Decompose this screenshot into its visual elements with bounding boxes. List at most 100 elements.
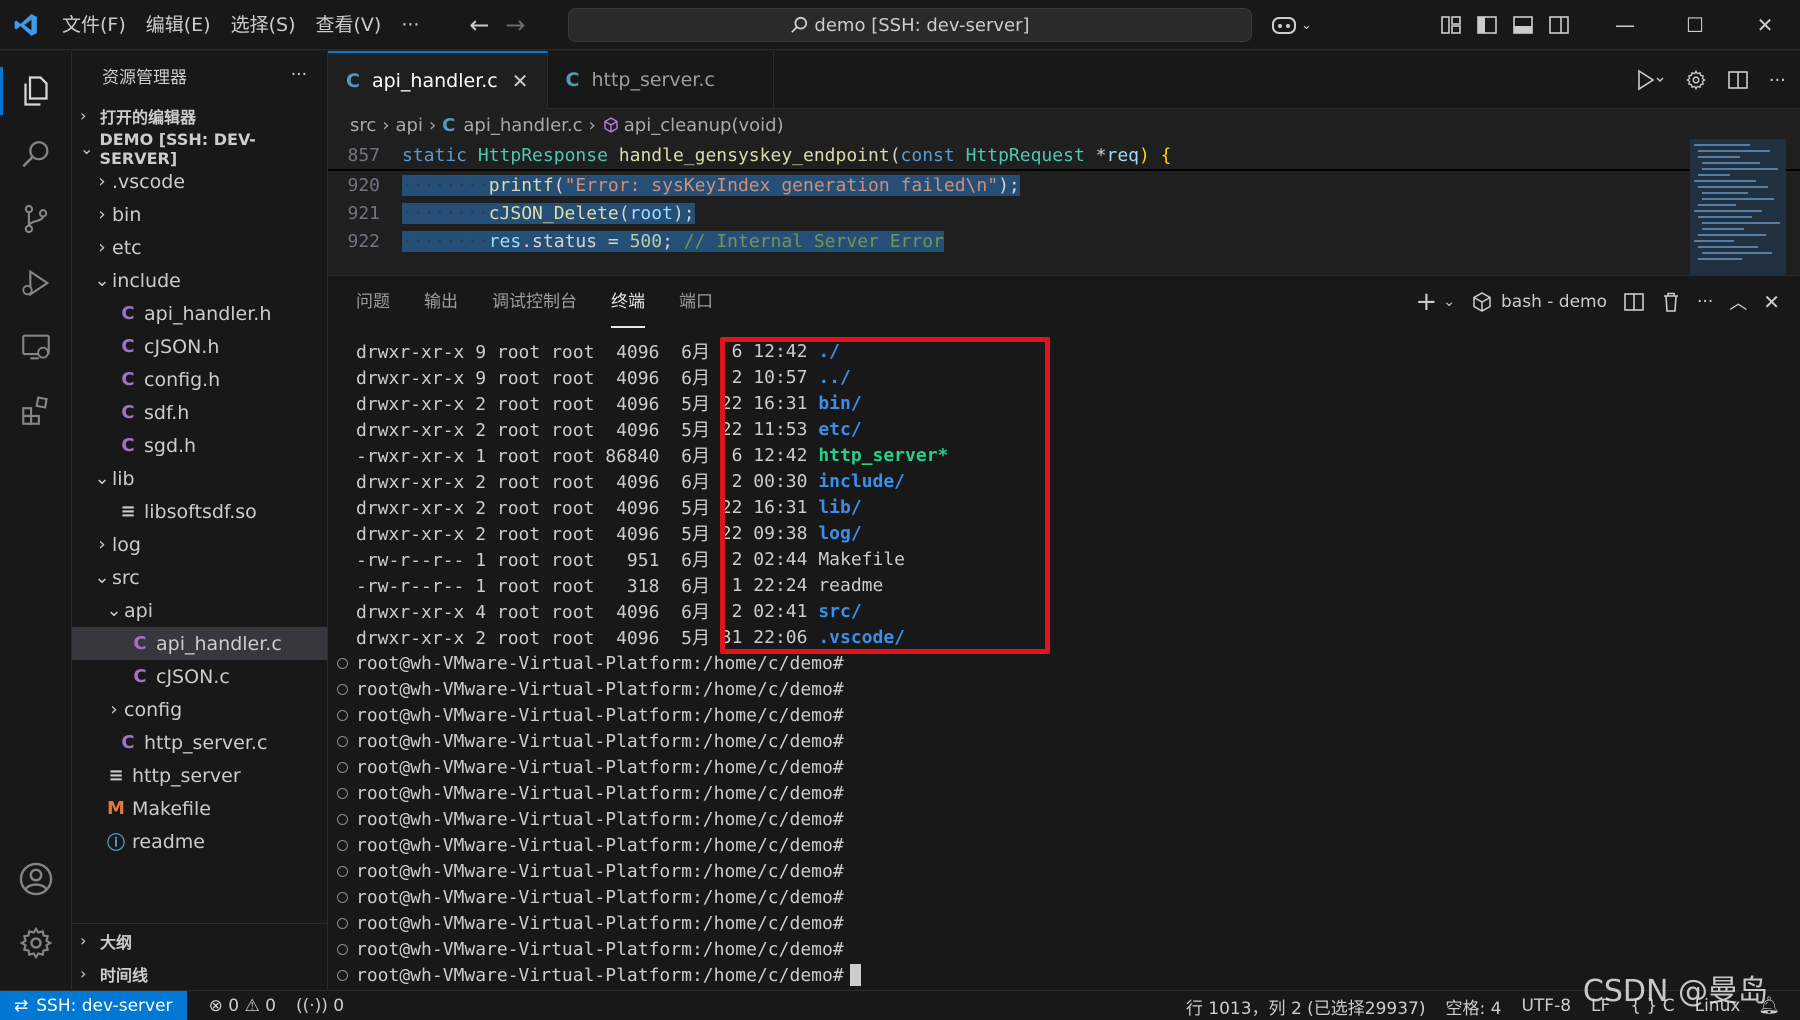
close-panel-icon[interactable]: ✕ (1763, 290, 1780, 314)
outline-section[interactable]: › 大纲 (72, 924, 328, 957)
copilot-menu[interactable]: ⌄ (1270, 0, 1312, 50)
search-icon[interactable] (0, 123, 72, 187)
new-terminal-plus-icon[interactable]: + (1415, 287, 1437, 317)
tree-item[interactable]: ⌄ lib (72, 462, 327, 495)
close-window-button[interactable]: ✕ (1730, 0, 1800, 50)
command-decoration-icon[interactable] (336, 969, 348, 981)
tab-terminal[interactable]: 终端 (611, 276, 645, 328)
tab-output[interactable]: 输出 (424, 276, 458, 328)
menu-selection[interactable]: 选择(S) (221, 0, 306, 50)
tree-item[interactable]: ⌄ src (72, 561, 327, 594)
more-actions-icon[interactable]: ··· (1769, 70, 1786, 91)
minimize-button[interactable]: — (1590, 0, 1660, 50)
tree-item[interactable]: › config (72, 693, 327, 726)
menu-edit[interactable]: 编辑(E) (136, 0, 221, 50)
split-editor-icon[interactable] (1727, 69, 1749, 91)
command-center[interactable]: demo [SSH: dev-server] (568, 8, 1252, 42)
nav-back-icon[interactable]: ← (461, 11, 497, 39)
tree-item[interactable]: Capi_handler.c (72, 627, 327, 660)
command-decoration-icon[interactable] (336, 865, 348, 877)
encoding[interactable]: UTF-8 (1511, 996, 1581, 1016)
tree-item[interactable]: › etc (72, 231, 327, 264)
settings-gear-icon[interactable] (1685, 69, 1707, 91)
breadcrumb-file[interactable]: api_handler.c (463, 115, 582, 136)
command-decoration-icon[interactable] (336, 735, 348, 747)
explorer-icon[interactable] (0, 59, 72, 123)
breadcrumb-api[interactable]: api (395, 115, 422, 136)
tree-item[interactable]: CcJSON.h (72, 330, 327, 363)
tree-item[interactable]: ⌄ include (72, 264, 327, 297)
vscode-logo-icon[interactable] (0, 0, 52, 50)
tree-item[interactable]: Capi_handler.h (72, 297, 327, 330)
accounts-icon[interactable] (0, 847, 72, 911)
command-decoration-icon[interactable] (336, 891, 348, 903)
close-icon[interactable]: ✕ (512, 69, 529, 93)
split-terminal-icon[interactable] (1623, 291, 1645, 313)
run-file-icon[interactable] (1635, 68, 1665, 92)
indentation[interactable]: 空格: 4 (1436, 994, 1512, 1019)
tree-item[interactable]: ≡ libsoftsdf.so (72, 495, 327, 528)
code-line-922[interactable]: 922 ········res.status = 500; // Interna… (328, 227, 1800, 255)
command-decoration-icon[interactable] (336, 761, 348, 773)
tab-api-handler[interactable]: C api_handler.c ✕ (328, 51, 548, 109)
workspace-section[interactable]: ⌄ DEMO [SSH: DEV-SERVER] (72, 130, 327, 168)
code-line-920[interactable]: 920 ········printf("Error: sysKeyIndex g… (328, 171, 1800, 199)
command-decoration-icon[interactable] (336, 917, 348, 929)
ports-status[interactable]: ((·)) 0 (286, 996, 354, 1016)
tree-item[interactable]: Csdf.h (72, 396, 327, 429)
open-editors-section[interactable]: › 打开的编辑器 (72, 99, 327, 132)
code-line-921[interactable]: 921 ········cJSON_Delete(root); (328, 199, 1800, 227)
tree-item[interactable]: › bin (72, 198, 327, 231)
tree-item[interactable]: › .vscode (72, 165, 327, 198)
tree-item[interactable]: ⓘ readme (72, 825, 327, 858)
toggle-secondary-sidebar-icon[interactable] (1548, 14, 1570, 36)
command-decoration-icon[interactable] (336, 813, 348, 825)
toggle-panel-icon[interactable] (1512, 14, 1534, 36)
minimap[interactable] (1690, 139, 1786, 275)
manage-gear-icon[interactable] (0, 911, 72, 975)
tree-item[interactable]: Chttp_server.c (72, 726, 327, 759)
command-decoration-icon[interactable] (336, 657, 348, 669)
tab-ports[interactable]: 端口 (679, 276, 713, 328)
cursor-position[interactable]: 行 1013，列 2 (已选择29937) (1176, 994, 1436, 1019)
run-debug-icon[interactable] (0, 251, 72, 315)
terminal-name[interactable]: bash - demo (1501, 292, 1607, 312)
command-decoration-icon[interactable] (336, 683, 348, 695)
breadcrumb-src[interactable]: src (350, 115, 376, 136)
tree-item[interactable]: ⌄ api (72, 594, 327, 627)
command-decoration-icon[interactable] (336, 787, 348, 799)
remote-indicator[interactable]: ⇄ SSH: dev-server (0, 990, 187, 1020)
tree-item[interactable]: Cconfig.h (72, 363, 327, 396)
breadcrumb-symbol[interactable]: api_cleanup(void) (624, 115, 784, 136)
tree-item[interactable]: ≡ http_server (72, 759, 327, 792)
tree-item[interactable]: M Makefile (72, 792, 327, 825)
timeline-section[interactable]: › 时间线 (72, 957, 328, 990)
terminal-output[interactable]: drwxr-xr-x 9 root root 4096 6月 6 12:42 .… (328, 338, 1800, 988)
tab-http-server[interactable]: C http_server.c (548, 51, 774, 109)
chevron-down-icon[interactable]: ⌄ (1443, 294, 1455, 310)
tab-debug-console[interactable]: 调试控制台 (492, 276, 577, 328)
command-decoration-icon[interactable] (336, 839, 348, 851)
menu-more[interactable]: ··· (391, 0, 429, 50)
nav-forward-icon[interactable]: → (497, 11, 533, 39)
tree-item[interactable]: Csgd.h (72, 429, 327, 462)
toggle-sidebar-icon[interactable] (1476, 14, 1498, 36)
problems-status[interactable]: ⊗ 0 ⚠ 0 (199, 996, 286, 1016)
source-control-icon[interactable] (0, 187, 72, 251)
tab-problems[interactable]: 问题 (356, 276, 390, 328)
more-actions-icon[interactable]: ··· (1697, 292, 1713, 312)
sticky-scroll-line[interactable]: 857 static HttpResponse handle_gensyskey… (328, 141, 1800, 171)
maximize-panel-icon[interactable]: ︿ (1729, 289, 1747, 315)
tree-item[interactable]: › log (72, 528, 327, 561)
command-decoration-icon[interactable] (336, 709, 348, 721)
more-actions-icon[interactable]: ··· (291, 65, 307, 85)
maximize-button[interactable]: ☐ (1660, 0, 1730, 50)
command-decoration-icon[interactable] (336, 943, 348, 955)
extensions-icon[interactable] (0, 379, 72, 443)
menu-file[interactable]: 文件(F) (52, 0, 136, 50)
menu-view[interactable]: 查看(V) (306, 0, 392, 50)
trash-icon[interactable] (1661, 291, 1681, 313)
remote-explorer-icon[interactable] (0, 315, 72, 379)
tree-item[interactable]: CcJSON.c (72, 660, 327, 693)
customize-layout-icon[interactable] (1440, 14, 1462, 36)
